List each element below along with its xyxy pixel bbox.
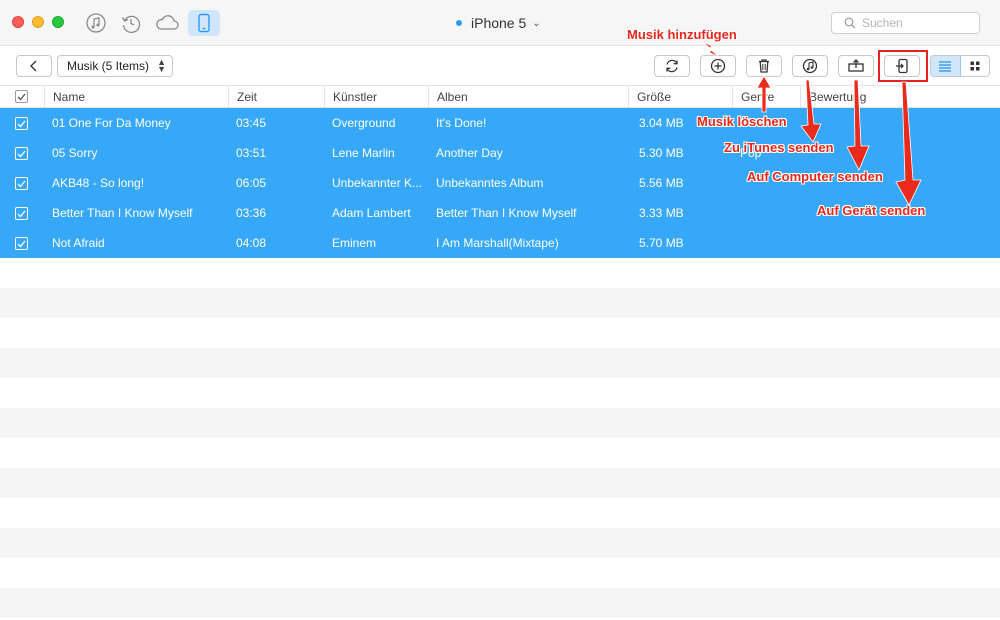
- search-placeholder: Suchen: [862, 16, 903, 30]
- send-to-itunes-button[interactable]: [792, 55, 828, 77]
- table-header: Name Zeit Künstler Alben Größe Genre Bew…: [0, 86, 1000, 108]
- category-select[interactable]: Musik (5 Items) ▲ ▼: [57, 55, 173, 77]
- plus-circle-icon: [710, 58, 726, 74]
- refresh-icon: [666, 59, 678, 73]
- column-header-size[interactable]: Größe: [628, 86, 732, 108]
- export-to-computer-icon: [848, 59, 864, 72]
- row-checkbox[interactable]: [15, 207, 28, 220]
- annotation-send-to-itunes: Zu iTunes senden: [724, 140, 834, 155]
- annotation-add-music: Musik hinzufügen: [627, 27, 737, 42]
- table-row[interactable]: 01 One For Da Money 03:45 Overground It'…: [0, 108, 1000, 138]
- trash-icon: [759, 59, 769, 73]
- cell-size: 3.33 MB: [639, 206, 684, 220]
- add-music-button[interactable]: [700, 55, 736, 77]
- row-checkbox[interactable]: [15, 237, 28, 250]
- search-input[interactable]: Suchen: [831, 12, 980, 34]
- annotation-delete-music: Musik löschen: [697, 114, 787, 129]
- table-row[interactable]: Not Afraid 04:08 Eminem I Am Marshall(Mi…: [0, 228, 1000, 258]
- cell-time: 03:51: [236, 146, 267, 160]
- list-view-button[interactable]: [931, 56, 961, 76]
- list-icon: [939, 61, 952, 72]
- cell-size: 5.70 MB: [639, 236, 684, 250]
- cell-artist: Eminem: [332, 236, 377, 250]
- highlight-box: [878, 50, 928, 82]
- cell-size: 5.56 MB: [639, 176, 684, 190]
- column-header-album[interactable]: Alben: [428, 86, 628, 108]
- close-window-button[interactable]: [12, 16, 24, 28]
- minimize-window-button[interactable]: [32, 16, 44, 28]
- cell-album: Unbekanntes Album: [436, 176, 544, 190]
- title-bar: iPhone 5 ⌄ Suchen: [0, 0, 1000, 46]
- device-icon[interactable]: [188, 10, 220, 36]
- cell-artist: Adam Lambert: [332, 206, 411, 220]
- cell-time: 03:36: [236, 206, 267, 220]
- chevron-left-icon: [30, 60, 37, 72]
- column-header-genre[interactable]: Genre: [732, 86, 800, 108]
- cell-name: 05 Sorry: [52, 146, 98, 160]
- cell-time: 06:05: [236, 176, 267, 190]
- checkmark-icon: [17, 180, 26, 187]
- checkmark-icon: [17, 240, 26, 247]
- refresh-button[interactable]: [654, 55, 690, 77]
- chevron-down-icon: ⌄: [532, 17, 541, 29]
- table-row[interactable]: 05 Sorry 03:51 Lene Marlin Another Day 5…: [0, 138, 1000, 168]
- select-all-checkbox[interactable]: [15, 90, 28, 103]
- cell-album: Another Day: [436, 146, 503, 160]
- column-header-name[interactable]: Name: [44, 86, 228, 108]
- checkmark-icon: [17, 150, 26, 157]
- backup-icon[interactable]: [117, 10, 145, 36]
- zoom-window-button[interactable]: [52, 16, 64, 28]
- annotation-send-to-computer: Auf Computer senden: [747, 169, 883, 184]
- cell-name: Not Afraid: [52, 236, 105, 250]
- cell-time: 04:08: [236, 236, 267, 250]
- cell-artist: Lene Marlin: [332, 146, 395, 160]
- checkmark-icon: [17, 120, 26, 127]
- row-checkbox[interactable]: [15, 177, 28, 190]
- device-selector[interactable]: iPhone 5 ⌄: [456, 14, 541, 32]
- updown-chevron-icon: ▲ ▼: [157, 57, 166, 74]
- view-mode-toggle: [930, 55, 990, 77]
- send-to-computer-button[interactable]: [838, 55, 874, 77]
- cell-name: AKB48 - So long!: [52, 176, 145, 190]
- annotation-send-to-device: Auf Gerät senden: [817, 203, 926, 218]
- cell-genre: [740, 228, 796, 258]
- cell-album: I Am Marshall(Mixtape): [436, 236, 559, 250]
- category-select-label: Musik (5 Items): [67, 59, 150, 73]
- cell-artist: Unbekannter K...: [332, 176, 423, 190]
- cell-size: 5.30 MB: [639, 146, 684, 160]
- device-status-dot: [456, 20, 462, 26]
- back-button[interactable]: [16, 55, 52, 77]
- checkmark-icon: [17, 93, 26, 100]
- itunes-library-icon[interactable]: [82, 10, 110, 36]
- toolbar: Musik (5 Items) ▲ ▼: [0, 46, 1000, 86]
- grid-view-button[interactable]: [961, 56, 990, 76]
- empty-table-area: [0, 258, 1000, 620]
- grid-icon: [970, 61, 980, 71]
- search-icon: [844, 17, 856, 32]
- cell-album: It's Done!: [436, 116, 487, 130]
- cell-name: 01 One For Da Money: [52, 116, 171, 130]
- icloud-icon[interactable]: [153, 10, 181, 36]
- column-header-rating[interactable]: Bewertung: [800, 86, 1000, 108]
- itunes-icon: [802, 58, 818, 74]
- column-header-artist[interactable]: Künstler: [324, 86, 428, 108]
- column-header-time[interactable]: Zeit: [228, 86, 324, 108]
- cell-artist: Overground: [332, 116, 396, 130]
- cell-name: Better Than I Know Myself: [52, 206, 193, 220]
- cell-time: 03:45: [236, 116, 267, 130]
- cell-genre: [740, 198, 796, 228]
- checkmark-icon: [17, 210, 26, 217]
- row-checkbox[interactable]: [15, 147, 28, 160]
- row-checkbox[interactable]: [15, 117, 28, 130]
- delete-music-button[interactable]: [746, 55, 782, 77]
- device-name: iPhone 5: [471, 15, 527, 31]
- cell-album: Better Than I Know Myself: [436, 206, 577, 220]
